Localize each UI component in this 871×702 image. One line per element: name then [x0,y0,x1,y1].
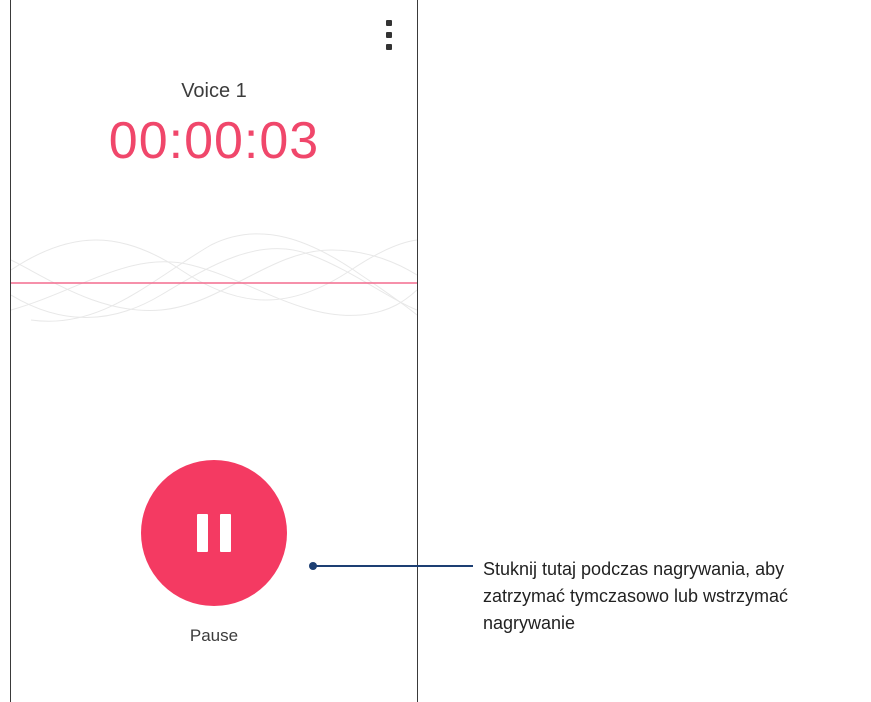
menu-dot [386,32,392,38]
menu-dot [386,44,392,50]
phone-screen: Voice 1 00:00:03 Pause [10,0,418,702]
pause-icon-bar [220,514,231,552]
more-options-icon[interactable] [382,20,396,50]
recording-timer: 00:00:03 [108,112,320,170]
pause-label: Pause [189,626,239,645]
pause-button[interactable] [141,460,287,606]
menu-dot [386,20,392,26]
callout-text: Stuknij tutaj podczas nagrywania, aby za… [483,559,789,633]
callout-line [313,565,473,567]
recording-name: Voice 1 [181,80,247,102]
pause-icon [197,514,208,552]
waveform-visualizer [11,233,417,322]
